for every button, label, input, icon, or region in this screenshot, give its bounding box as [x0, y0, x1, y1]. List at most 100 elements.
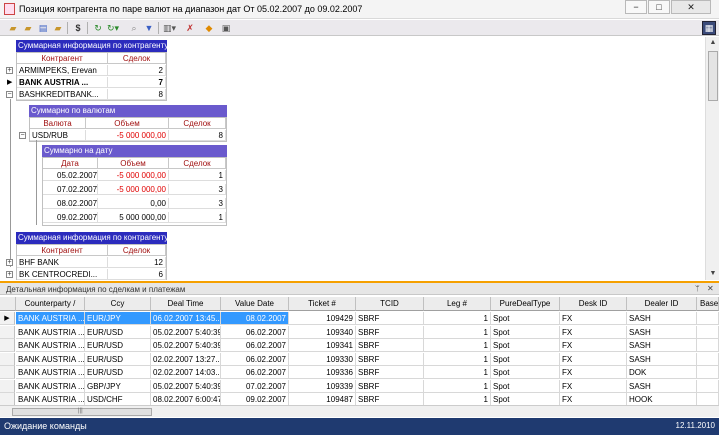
minimize-button[interactable]: −: [625, 0, 647, 14]
scroll-thumb[interactable]: [708, 51, 718, 101]
ticket-cell[interactable]: 109336: [289, 366, 356, 379]
base-cell[interactable]: [697, 339, 719, 352]
col-currency[interactable]: Валюта: [30, 118, 86, 129]
value-date-cell[interactable]: 07.02.2007: [221, 379, 289, 393]
new-folder-icon[interactable]: ▰: [22, 22, 34, 34]
expand-row-icon[interactable]: +: [6, 259, 13, 266]
layout-icon[interactable]: ▦: [702, 21, 716, 35]
search-icon[interactable]: ⌕: [128, 22, 140, 34]
desk-id-cell[interactable]: FX: [560, 312, 627, 325]
col-header-ticket[interactable]: Ticket #: [289, 297, 356, 311]
export-icon[interactable]: ◆: [203, 22, 215, 34]
deal-type-cell[interactable]: Spot: [491, 339, 560, 352]
save-icon[interactable]: ▤: [37, 22, 49, 34]
col-header-desk-id[interactable]: Desk ID: [560, 297, 627, 311]
tcid-cell[interactable]: SBRF: [356, 366, 424, 379]
desk-id-cell[interactable]: FX: [560, 339, 627, 352]
expand-row-icon[interactable]: +: [6, 271, 13, 278]
date-cell[interactable]: 07.02.2007: [43, 184, 98, 195]
base-cell[interactable]: [697, 379, 719, 393]
desk-id-cell[interactable]: FX: [560, 379, 627, 393]
detail-horizontal-scrollbar[interactable]: |||: [0, 405, 719, 417]
base-cell[interactable]: [697, 325, 719, 339]
delete-icon[interactable]: ✗: [184, 22, 196, 34]
col-deals[interactable]: Сделок: [169, 118, 226, 129]
deal-time-cell[interactable]: 05.02.2007 5:40:39: [151, 339, 221, 352]
deal-type-cell[interactable]: Spot: [491, 379, 560, 393]
collapse-row-icon[interactable]: −: [6, 91, 13, 98]
current-row-indicator[interactable]: ▶: [0, 312, 15, 325]
col-header-counterparty[interactable]: Counterparty /: [16, 297, 85, 311]
col-header-ccy[interactable]: Ccy: [85, 297, 151, 311]
ccy-cell[interactable]: EUR/USD: [85, 366, 151, 379]
col-header-dealer-id[interactable]: Dealer ID: [627, 297, 697, 311]
close-panel-icon[interactable]: ✕: [707, 284, 714, 293]
ticket-cell[interactable]: 109340: [289, 325, 356, 339]
deal-type-cell[interactable]: Spot: [491, 352, 560, 366]
scroll-down-icon[interactable]: ▼: [706, 268, 719, 280]
expand-row-icon[interactable]: +: [6, 67, 13, 74]
folder-icon[interactable]: ▰: [52, 22, 64, 34]
chart-dropdown-icon[interactable]: ▥▾: [163, 22, 176, 34]
deal-type-cell[interactable]: Spot: [491, 325, 560, 339]
col-header-base[interactable]: Base: [697, 297, 719, 311]
col-header-pure-deal-type[interactable]: PureDealType: [491, 297, 560, 311]
col-header-tcid[interactable]: TCID: [356, 297, 424, 311]
value-date-cell[interactable]: 06.02.2007: [221, 352, 289, 366]
dealer-id-cell[interactable]: SASH: [627, 379, 697, 393]
refresh-icon[interactable]: ↻: [92, 22, 104, 34]
col-volume[interactable]: Объем: [86, 118, 169, 129]
currency-pair[interactable]: USD/RUB: [30, 130, 86, 141]
leg-cell[interactable]: 1: [424, 339, 491, 352]
leg-cell[interactable]: 1: [424, 325, 491, 339]
tcid-cell[interactable]: SBRF: [356, 325, 424, 339]
counterparty-cell[interactable]: BANK AUSTRIA ...: [16, 352, 85, 366]
col-counterparty[interactable]: Контрагент: [17, 53, 108, 64]
ticket-cell[interactable]: 109339: [289, 379, 356, 393]
deal-time-cell[interactable]: 02.02.2007 14:03...: [151, 366, 221, 379]
col-header-deal-time[interactable]: Deal Time: [151, 297, 221, 311]
ccy-cell[interactable]: EUR/USD: [85, 352, 151, 366]
tcid-cell[interactable]: SBRF: [356, 352, 424, 366]
dealer-id-cell[interactable]: SASH: [627, 325, 697, 339]
col-volume[interactable]: Объем: [98, 158, 169, 169]
counterparty-cell[interactable]: BANK AUSTRIA ...: [16, 339, 85, 352]
leg-cell[interactable]: 1: [424, 352, 491, 366]
tcid-cell[interactable]: SBRF: [356, 339, 424, 352]
deal-time-cell[interactable]: 06.02.2007 13:45...: [151, 312, 221, 325]
base-cell[interactable]: [697, 312, 719, 325]
filter-icon[interactable]: ▼: [143, 22, 155, 34]
col-header-leg[interactable]: Leg #: [424, 297, 491, 311]
dollar-icon[interactable]: $: [72, 22, 84, 34]
value-date-cell[interactable]: 06.02.2007: [221, 325, 289, 339]
leg-cell[interactable]: 1: [424, 366, 491, 379]
tcid-cell[interactable]: SBRF: [356, 379, 424, 393]
counterparty-cell[interactable]: BANK AUSTRIA ...: [16, 325, 85, 339]
deal-type-cell[interactable]: Spot: [491, 312, 560, 325]
col-counterparty[interactable]: Контрагент: [17, 245, 108, 256]
date-cell[interactable]: 05.02.2007: [43, 170, 98, 181]
counterparty-cell[interactable]: BANK AUSTRIA ...: [16, 366, 85, 379]
row-indicator[interactable]: [0, 352, 15, 366]
col-deals[interactable]: Сделок: [169, 158, 226, 169]
tcid-cell[interactable]: SBRF: [356, 312, 424, 325]
row-indicator[interactable]: [0, 339, 15, 352]
deal-time-cell[interactable]: 05.02.2007 5:40:39: [151, 379, 221, 393]
leg-cell[interactable]: 1: [424, 312, 491, 325]
print-icon[interactable]: ▣: [220, 22, 232, 34]
refresh-dropdown-icon[interactable]: ↻▾: [107, 22, 119, 34]
ccy-cell[interactable]: EUR/USD: [85, 325, 151, 339]
col-header-value-date[interactable]: Value Date: [221, 297, 289, 311]
close-button[interactable]: ✕: [671, 0, 711, 14]
date-cell[interactable]: 09.02.2007: [43, 212, 98, 223]
open-folder-icon[interactable]: ▰: [7, 22, 19, 34]
ticket-cell[interactable]: 109341: [289, 339, 356, 352]
row-indicator[interactable]: [0, 379, 15, 393]
scroll-up-icon[interactable]: ▲: [706, 37, 719, 49]
pin-icon[interactable]: ᛘ: [695, 284, 700, 293]
summary-vertical-scrollbar[interactable]: ▲ ▼: [705, 37, 719, 280]
counterparty-name[interactable]: BK CENTROCREDI...: [17, 269, 108, 280]
base-cell[interactable]: [697, 352, 719, 366]
dealer-id-cell[interactable]: DOK: [627, 366, 697, 379]
counterparty-cell[interactable]: BANK AUSTRIA ...: [16, 312, 85, 325]
